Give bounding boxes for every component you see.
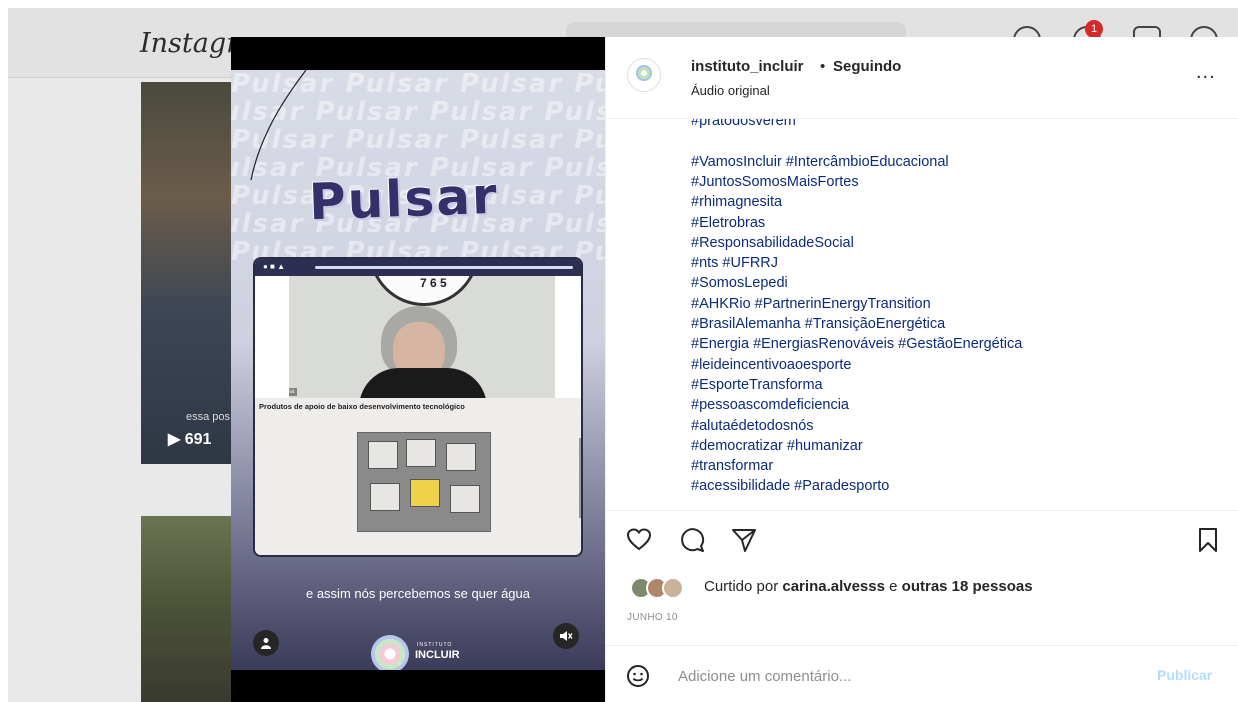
emoji-icon[interactable] [626,664,650,688]
caption-line[interactable]: #nts #UFRRJ [691,255,778,271]
caption-scroll-area[interactable]: #pratodosverem #VamosIncluir #Intercâmbio… [606,119,1238,510]
profile-avatar[interactable] [627,58,661,92]
likes-summary: Curtido por carina.alvesss e outras 18 p… [704,578,1033,595]
slide-side-text [579,438,581,518]
user-icon [261,638,271,649]
slide-topbar: ● ■ ▲ [255,259,581,276]
speaker-video: 7 6 5 Célia Sousa [289,276,555,398]
comment-input[interactable] [678,664,1138,688]
presentation-slide: ● ■ ▲ 7 6 5 Célia Sousa Produtos de apoi… [253,257,583,557]
caption-line[interactable]: #BrasilAlemanha #TransiçãoEnergética [691,316,945,332]
muted-speaker-icon [560,631,573,641]
photo-tile [410,479,440,507]
likes-user-link[interactable]: carina.alvesss [782,578,885,595]
comment-box: Publicar [606,645,1238,702]
caption-line[interactable]: #pratodosverem [691,119,796,129]
liker-avatar [662,577,684,599]
following-button[interactable]: Seguindo [833,58,901,75]
caption-line[interactable]: #AHKRio #PartnerinEnergyTransition [691,296,931,312]
caption-line[interactable]: #democratizar #humanizar [691,438,863,454]
comment-icon[interactable] [679,527,705,553]
liker-avatars[interactable] [630,577,694,599]
background-thumb-caption: essa pos [186,411,231,423]
background-views-count: ▶ 691 [168,431,212,448]
reel-frame: Pulsar Pulsar Pulsar Pulsar Pulsar Pulsa… [231,70,605,670]
tagged-user-button[interactable] [253,630,279,656]
original-audio-link[interactable]: Áudio original [691,83,770,98]
reel-video-player[interactable]: Pulsar Pulsar Pulsar Pulsar Pulsar Pulsa… [231,37,605,702]
speaker-name-label: Célia Sousa [289,388,298,396]
caption-line[interactable]: #leideincentivoaoesporte [691,357,851,373]
logo-big-text: INCLUIR [415,649,460,661]
more-options-button[interactable]: ... [1196,61,1216,84]
publish-button[interactable]: Publicar [1157,667,1212,683]
assistive-products-photo [357,432,491,532]
photo-tile [446,443,476,471]
slide-progress-line [315,266,573,269]
views-number: 691 [184,431,212,448]
caption-line[interactable]: #Eletrobras [691,215,765,231]
photo-tile [368,441,398,469]
window-controls-icon: ● ■ ▲ [263,262,286,271]
logo-circle-icon [371,635,409,670]
slide-body: Produtos de apoio de baixo desenvolvimen… [255,398,581,555]
caption-line[interactable]: #ResponsabilidadeSocial [691,235,854,251]
likes-others-link[interactable]: outras 18 pessoas [902,578,1033,595]
background-reel-thumbnail [141,82,239,464]
wall-clock: 7 6 5 [369,276,479,306]
caption-line[interactable]: #acessibilidade #Paradesporto [691,478,889,494]
caption-line[interactable]: #Energia #EnergiasRenováveis #GestãoEner… [691,336,1022,352]
speaker-body [359,368,487,398]
post-date[interactable]: JUNHO 10 [627,612,678,623]
caption-line[interactable]: #JuntosSomosMaisFortes [691,174,859,190]
photo-tile [450,485,480,513]
likes-middle: e [884,578,902,595]
caption-line[interactable]: #rhimagnesita [691,194,782,210]
post-header: instituto_incluir • Seguindo Áudio origi… [606,37,1238,119]
caption-line[interactable]: #pessoascomdeficiencia [691,397,849,413]
post-details-panel: instituto_incluir • Seguindo Áudio origi… [605,37,1238,702]
mute-button[interactable] [553,623,579,649]
pulsar-title: Pulsar [308,166,500,232]
post-actions: Curtido por carina.alvesss e outras 18 p… [606,510,1238,645]
caption-line[interactable]: #VamosIncluir #IntercâmbioEducacional [691,154,949,170]
photo-tile [370,483,400,511]
username-link[interactable]: instituto_incluir [691,58,804,75]
separator-dot: • [820,58,826,75]
background-photo-thumbnail [141,516,239,702]
share-icon[interactable] [731,527,757,553]
likes-prefix: Curtido por [704,578,783,595]
video-subtitle: e assim nós percebemos se quer água [305,586,530,601]
notification-badge: 1 [1085,20,1103,38]
instagram-logo: Instagr [140,28,240,59]
instituto-incluir-logo: INSTITUTO INCLUIR [371,635,461,670]
like-heart-icon[interactable] [626,527,652,553]
logo-small-text: INSTITUTO [417,642,453,648]
avatar-logo-icon [636,65,652,81]
photo-tile [406,439,436,467]
slide-heading: Produtos de apoio de baixo desenvolvimen… [259,402,465,411]
caption-line[interactable]: #SomosLepedi [691,275,788,291]
caption-line[interactable]: #EsporteTransforma [691,377,823,393]
save-bookmark-icon[interactable] [1196,527,1220,553]
caption-line[interactable]: #alutaédetodosnós [691,418,814,434]
caption-line[interactable]: #transformar [691,458,773,474]
